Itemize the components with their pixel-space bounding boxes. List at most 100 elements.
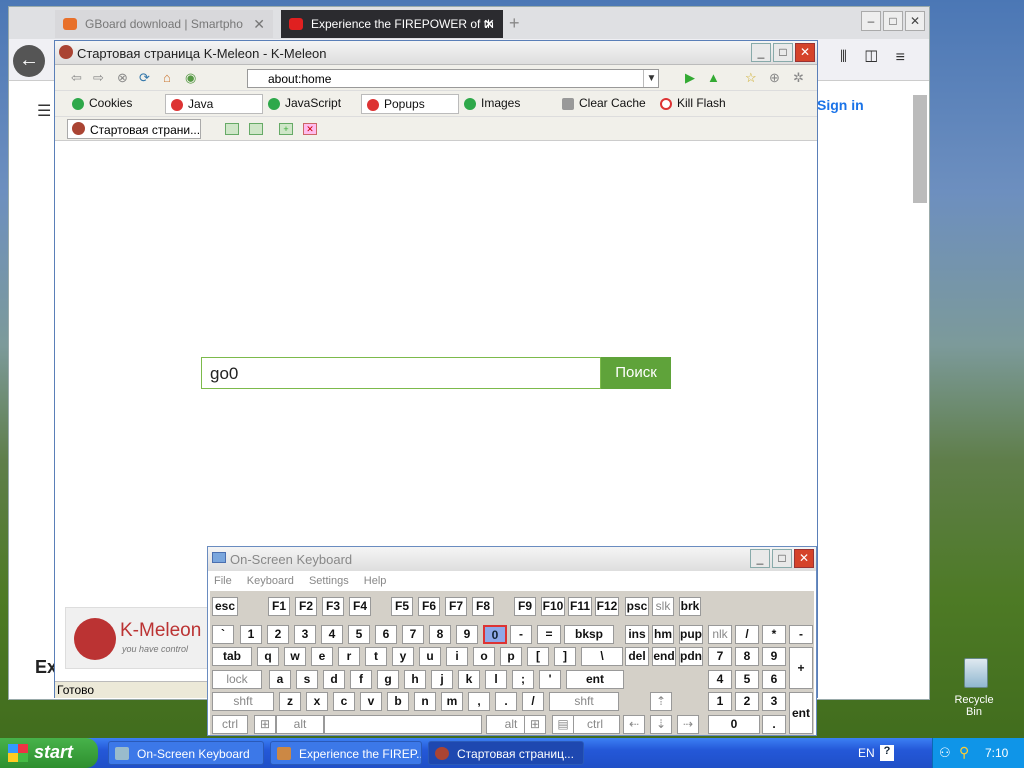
down-arrow-key-icon[interactable]: ⇣ [650, 715, 672, 734]
key-sym112[interactable]: = [537, 625, 561, 644]
images-toggle[interactable]: Images [459, 94, 557, 114]
key-9[interactable]: 9 [456, 625, 478, 644]
up-icon[interactable]: ▲ [707, 70, 720, 85]
key-y[interactable]: y [392, 647, 414, 666]
stop-icon[interactable]: ⊗ [117, 70, 128, 86]
key-8[interactable]: 8 [735, 647, 759, 666]
key-z[interactable]: z [279, 692, 301, 711]
search-icon[interactable]: ⚲ [959, 744, 969, 761]
key-4[interactable]: 4 [321, 625, 343, 644]
key-f3[interactable]: F3 [322, 597, 344, 616]
key-f7[interactable]: F7 [445, 597, 467, 616]
close-button[interactable]: ✕ [795, 43, 815, 62]
key-ins[interactable]: ins [625, 625, 649, 644]
minimize-button[interactable]: _ [751, 43, 771, 62]
key-v[interactable]: v [360, 692, 382, 711]
menu-file[interactable]: File [214, 575, 232, 587]
close-button[interactable]: ✕ [794, 549, 814, 568]
back-arrow-icon[interactable]: ← [13, 45, 45, 77]
key-l[interactable]: l [485, 670, 507, 689]
osk-title-bar[interactable]: On-Screen Keyboard _ □ ✕ [208, 547, 816, 571]
javascript-toggle[interactable]: JavaScript [263, 94, 361, 114]
page-menu-icon[interactable]: ☰ [37, 101, 51, 121]
key-6[interactable]: 6 [762, 670, 786, 689]
key-4[interactable]: 4 [708, 670, 732, 689]
reload-icon[interactable]: ⟳ [139, 70, 150, 86]
key-6[interactable]: 6 [375, 625, 397, 644]
left-arrow-key-icon[interactable]: ⇠ [623, 715, 645, 734]
minimize-button[interactable]: _ [750, 549, 770, 568]
key-nlk[interactable]: nlk [708, 625, 732, 644]
menu-settings[interactable]: Settings [309, 575, 349, 587]
key-1[interactable]: 1 [708, 692, 732, 711]
key-sym213[interactable]: \ [581, 647, 623, 666]
right-arrow-key-icon[interactable]: ⇢ [677, 715, 699, 734]
scrollbar-thumb[interactable] [913, 95, 927, 203]
help-icon[interactable]: ? [880, 745, 894, 761]
key-2[interactable]: 2 [735, 692, 759, 711]
key-e[interactable]: e [311, 647, 333, 666]
key-sym48[interactable]: , [468, 692, 490, 711]
key-a[interactable]: a [269, 670, 291, 689]
key-f10[interactable]: F10 [541, 597, 565, 616]
key-t[interactable]: t [365, 647, 387, 666]
library-icon[interactable]: ⫴ [840, 49, 865, 66]
key-f[interactable]: f [350, 670, 372, 689]
key-ctrl[interactable]: ctrl [212, 715, 248, 734]
firefox-tab-gboard[interactable]: GBoard download | Smartpho ✕ [55, 10, 273, 38]
key-esc[interactable]: esc [212, 597, 238, 616]
key-sym410[interactable]: / [522, 692, 544, 711]
menu-help[interactable]: Help [364, 575, 387, 587]
key-r[interactable]: r [338, 647, 360, 666]
key-w[interactable]: w [284, 647, 306, 666]
key-ctrl[interactable]: ctrl [570, 715, 620, 734]
key-n[interactable]: n [414, 692, 436, 711]
compass-icon[interactable]: ⊕ [769, 70, 780, 86]
key-x[interactable]: x [306, 692, 328, 711]
taskbar-item-osk[interactable]: On-Screen Keyboard [108, 741, 264, 765]
search-button[interactable]: Поиск [601, 357, 671, 389]
bookmark-star-icon[interactable]: ☆ [745, 70, 757, 86]
sidebar-icon[interactable]: ◫ [865, 49, 896, 66]
key-sym310[interactable]: ; [512, 670, 534, 689]
key-sym111[interactable]: - [510, 625, 532, 644]
key-del[interactable]: del [625, 647, 649, 666]
key-sym49[interactable]: . [495, 692, 517, 711]
tab-next-icon[interactable] [249, 123, 263, 135]
forward-icon[interactable]: ⇨ [93, 70, 104, 86]
key-sym119[interactable]: * [762, 625, 786, 644]
new-tab-icon[interactable]: + [279, 123, 293, 135]
key-sym10[interactable]: ` [212, 625, 234, 644]
up-arrow-key-icon[interactable]: ⇡ [650, 692, 672, 711]
key-f1[interactable]: F1 [268, 597, 290, 616]
key-psc[interactable]: psc [625, 597, 649, 616]
key-pdn[interactable]: pdn [679, 647, 703, 666]
taskbar-item-firefox[interactable]: Experience the FIREP... [270, 741, 422, 765]
key-c[interactable]: c [333, 692, 355, 711]
maximize-button[interactable]: □ [773, 43, 793, 62]
windows-key-right-icon[interactable]: ⊞ [524, 715, 546, 734]
back-icon[interactable]: ⇦ [71, 70, 82, 86]
recycle-bin-icon[interactable] [964, 658, 988, 688]
key-7[interactable]: 7 [708, 647, 732, 666]
key-5[interactable]: 5 [735, 670, 759, 689]
key-f4[interactable]: F4 [349, 597, 371, 616]
space-key[interactable] [324, 715, 482, 734]
key-o[interactable]: o [473, 647, 495, 666]
tab-start-page[interactable]: Стартовая страни... [67, 119, 201, 139]
key-s[interactable]: s [296, 670, 318, 689]
go-icon[interactable]: ▶ [685, 70, 695, 86]
key-1[interactable]: 1 [240, 625, 262, 644]
key-f11[interactable]: F11 [568, 597, 592, 616]
key-f8[interactable]: F8 [472, 597, 494, 616]
search-input[interactable]: go0 [201, 357, 601, 389]
key-f2[interactable]: F2 [295, 597, 317, 616]
key-2[interactable]: 2 [267, 625, 289, 644]
key-f12[interactable]: F12 [595, 597, 619, 616]
minimize-button[interactable]: – [861, 11, 881, 31]
menu-icon[interactable]: ≡ [896, 49, 923, 66]
network-icon[interactable]: ⚇ [939, 745, 951, 761]
key-0[interactable]: 0 [483, 625, 507, 644]
key-m[interactable]: m [441, 692, 463, 711]
key-8[interactable]: 8 [429, 625, 451, 644]
